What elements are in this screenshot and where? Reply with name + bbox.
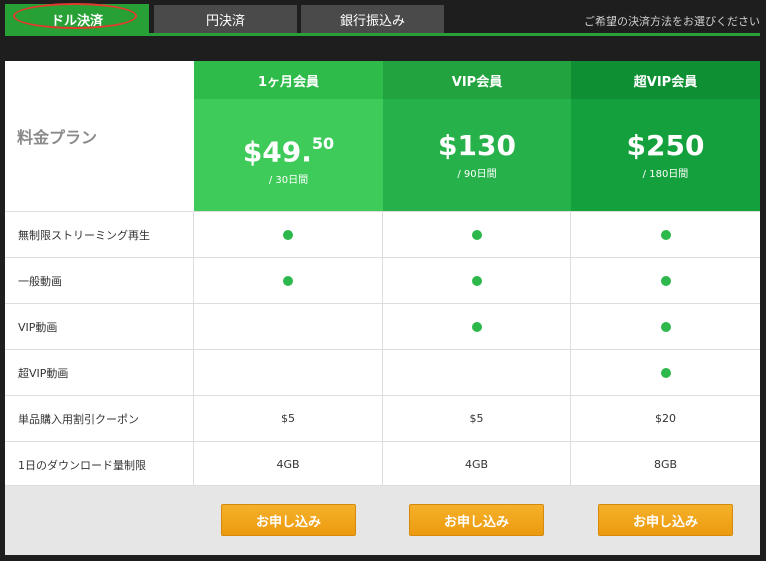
feature-row-coupon: 単品購入用割引クーポン $5 $5 $20 <box>5 395 760 441</box>
feature-value <box>571 350 760 395</box>
plan-header-1month: 1ヶ月会員 <box>194 61 383 99</box>
plan-header-super-vip: 超VIP会員 <box>571 61 760 99</box>
tab-yen-label: 円決済 <box>205 14 245 29</box>
price-amount: $130 <box>438 129 516 162</box>
price-period: / 30日間 <box>268 175 309 187</box>
feature-value <box>571 212 760 257</box>
feature-value <box>383 258 571 303</box>
feature-value <box>571 304 760 349</box>
feature-label: 無制限ストリーミング再生 <box>5 212 194 257</box>
feature-value: 8GB <box>653 458 678 471</box>
feature-value <box>383 304 571 349</box>
plan-name: 超VIP会員 <box>633 74 698 90</box>
feature-value: 4GB <box>194 442 383 487</box>
included-dot-icon <box>471 321 482 332</box>
tab-bank-label: 銀行振込み <box>339 14 405 29</box>
feature-value <box>194 350 383 395</box>
plan-price-vip: $130 / 90日間 <box>383 99 571 211</box>
feature-value: 4GB <box>383 442 571 487</box>
plan-price-1month: $49.50 / 30日間 <box>194 99 383 211</box>
price-amount: $49.50 <box>242 134 335 169</box>
feature-row-general-video: 一般動画 <box>5 257 760 303</box>
feature-row-streaming: 無制限ストリーミング再生 <box>5 211 760 257</box>
payment-instruction-text: ご希望の決済方法をお選びください <box>584 15 760 28</box>
included-dot-icon <box>660 275 671 286</box>
tab-dollar-label: ドル決済 <box>50 13 103 29</box>
payment-tab-bar: ドル決済 円決済 銀行振込み ご希望の決済方法をお選びください <box>0 0 766 36</box>
feature-value: $5 <box>383 396 571 441</box>
feature-label: 単品購入用割引クーポン <box>5 396 194 441</box>
feature-row-vip-video: VIP動画 <box>5 303 760 349</box>
price-period: / 180日間 <box>642 169 689 180</box>
plan-label: 料金プラン <box>5 61 194 211</box>
included-dot-icon <box>660 321 671 332</box>
plan-price-super-vip: $250 / 180日間 <box>571 99 760 211</box>
feature-value <box>194 212 383 257</box>
tab-bank-transfer[interactable]: 銀行振込み <box>301 5 444 34</box>
included-dot-icon <box>660 229 671 240</box>
feature-value <box>194 304 383 349</box>
feature-row-download-limit: 1日のダウンロード量制限 4GB 4GB 8GB <box>5 441 760 487</box>
tab-yen-payment[interactable]: 円決済 <box>154 5 297 34</box>
feature-value <box>383 212 571 257</box>
price-cents: 50 <box>311 134 335 153</box>
feature-value <box>571 258 760 303</box>
feature-value <box>383 350 571 395</box>
included-dot-icon <box>660 367 671 378</box>
plan-name: VIP会員 <box>451 74 503 90</box>
feature-label: 1日のダウンロード量制限 <box>5 442 194 487</box>
tab-underline <box>5 33 760 36</box>
tab-dollar-payment[interactable]: ドル決済 <box>5 4 149 34</box>
included-dot-icon <box>283 275 293 286</box>
price-period: / 90日間 <box>457 169 497 180</box>
included-dot-icon <box>471 229 482 240</box>
feature-label: 一般動画 <box>5 258 194 303</box>
feature-value: $20 <box>655 412 676 425</box>
feature-row-super-vip-video: 超VIP動画 <box>5 349 760 395</box>
included-dot-icon <box>283 229 293 240</box>
feature-label: 超VIP動画 <box>5 350 194 395</box>
pricing-table: 料金プラン 1ヶ月会員 $49.50 / 30日間 VIP会員 $130 / 9… <box>5 61 760 555</box>
apply-button-1month[interactable]: お申し込み <box>221 504 356 536</box>
included-dot-icon <box>471 275 482 286</box>
apply-footer: お申し込み お申し込み お申し込み <box>5 485 760 555</box>
plan-name: 1ヶ月会員 <box>257 74 320 90</box>
feature-value <box>194 258 383 303</box>
feature-value: $5 <box>194 396 383 441</box>
feature-label: VIP動画 <box>5 304 194 349</box>
price-amount: $250 <box>626 129 705 162</box>
plan-header-vip: VIP会員 <box>383 61 571 99</box>
apply-button-super-vip[interactable]: お申し込み <box>598 504 733 536</box>
apply-button-vip[interactable]: お申し込み <box>409 504 544 536</box>
